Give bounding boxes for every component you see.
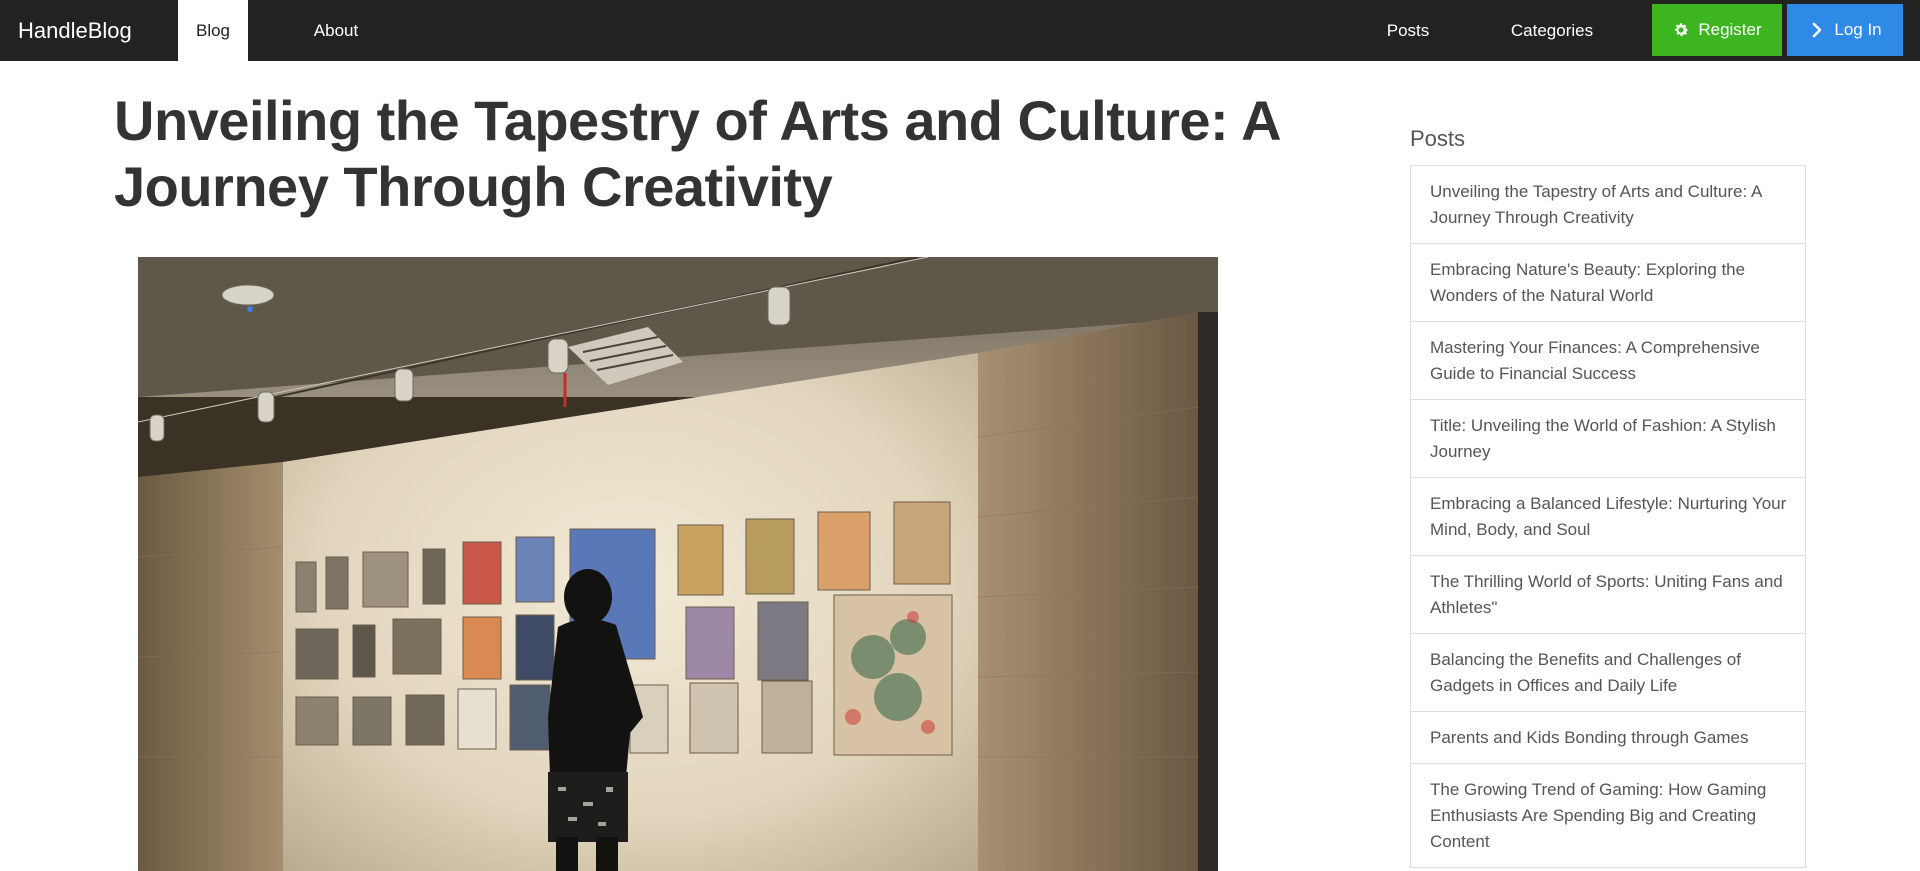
gallery-photo (138, 257, 1218, 871)
sidebar-post-link[interactable]: The Growing Trend of Gaming: How Gaming … (1411, 764, 1805, 867)
sidebar-post-link[interactable]: The Thrilling World of Sports: Uniting F… (1411, 556, 1805, 634)
gear-icon (1675, 23, 1689, 37)
login-button[interactable]: Log In (1787, 4, 1903, 56)
sidebar-post-link[interactable]: Parents and Kids Bonding through Games (1411, 712, 1805, 764)
nav-link-posts[interactable]: Posts (1372, 0, 1444, 61)
sidebar-post-link[interactable]: Title: Unveiling the World of Fashion: A… (1411, 400, 1805, 478)
register-label: Register (1698, 20, 1762, 39)
sidebar-post-link[interactable]: Mastering Your Finances: A Comprehensive… (1411, 322, 1805, 400)
chevron-right-icon (1813, 22, 1822, 38)
nav-link-blog[interactable]: Blog (178, 0, 248, 61)
sidebar-heading: Posts (1410, 126, 1466, 151)
sidebar-post-list: Unveiling the Tapestry of Arts and Cultu… (1410, 165, 1806, 868)
sidebar-post-link[interactable]: Unveiling the Tapestry of Arts and Cultu… (1411, 166, 1805, 244)
brand-logo[interactable]: HandleBlog (18, 0, 132, 61)
nav-link-about[interactable]: About (300, 0, 372, 61)
sidebar-post-link[interactable]: Embracing a Balanced Lifestyle: Nurturin… (1411, 478, 1805, 556)
login-label: Log In (1834, 20, 1882, 39)
top-navbar: HandleBlog Blog About Posts Categories R… (0, 0, 1920, 61)
nav-link-categories[interactable]: Categories (1500, 0, 1604, 61)
post-hero-image (138, 257, 1218, 871)
sidebar-post-link[interactable]: Balancing the Benefits and Challenges of… (1411, 634, 1805, 712)
register-button[interactable]: Register (1652, 4, 1782, 56)
sidebar-post-link[interactable]: Embracing Nature's Beauty: Exploring the… (1411, 244, 1805, 322)
post-title: Unveiling the Tapestry of Arts and Cultu… (114, 89, 1280, 218)
